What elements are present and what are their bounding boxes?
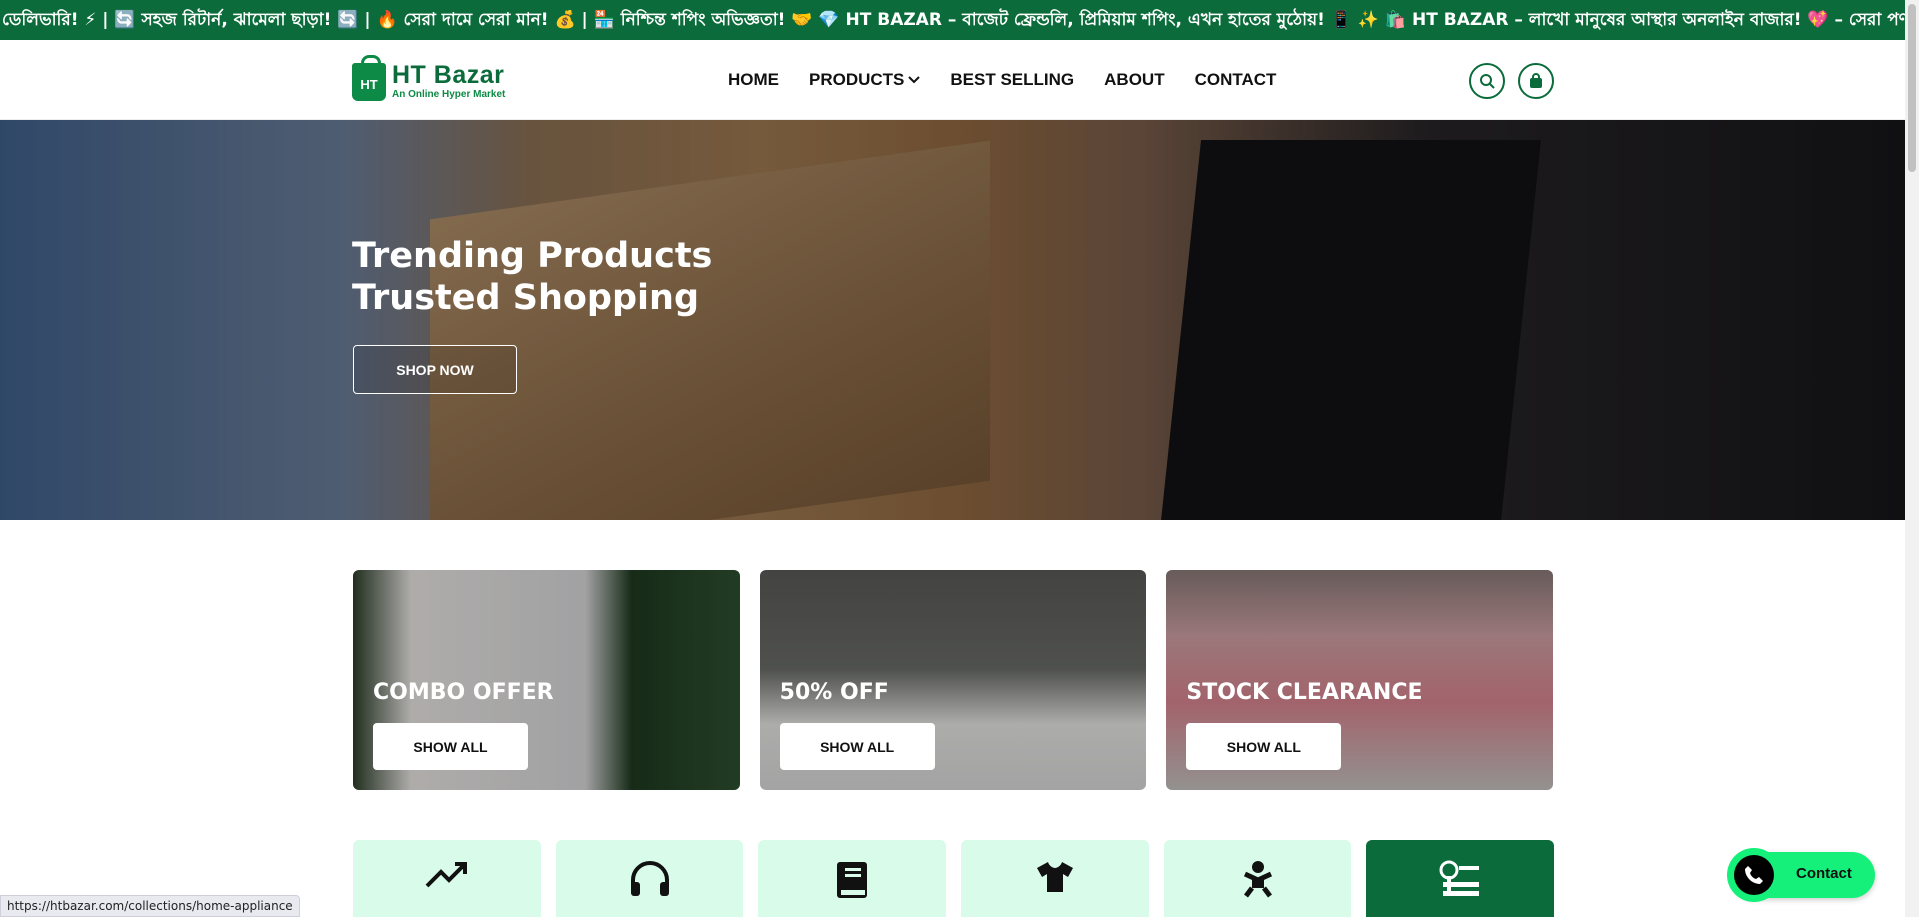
site-header: HT HT Bazar An Online Hyper Market HOME … xyxy=(0,40,1905,120)
ticker-text: ডেলিভারি! ⚡ | 🔄 সহজ রিটার্ন, ঝামেলা ছাড়… xyxy=(2,10,1905,30)
promo-card-discount[interactable]: 50% OFF SHOW ALL xyxy=(759,570,1147,790)
hero-line-1: Trending Products xyxy=(352,236,713,276)
baby-icon xyxy=(1243,861,1272,898)
contact-label: Contact xyxy=(1796,865,1852,882)
category-trending[interactable] xyxy=(353,840,541,917)
hero-overlay xyxy=(0,120,1905,520)
show-all-button[interactable]: SHOW ALL xyxy=(779,723,935,770)
nav-home[interactable]: HOME xyxy=(728,70,779,90)
promo-title: STOCK CLEARANCE xyxy=(1186,680,1423,705)
logo-brand: HT Bazar xyxy=(392,61,505,89)
promo-card-clearance[interactable]: STOCK CLEARANCE SHOW ALL xyxy=(1166,570,1554,790)
promo-title: COMBO OFFER xyxy=(373,680,554,705)
category-baby[interactable] xyxy=(1163,840,1352,917)
hero-line-2: Trusted Shopping xyxy=(352,278,699,318)
search-icon xyxy=(1480,74,1495,89)
promo-card-combo[interactable]: COMBO OFFER SHOW ALL xyxy=(353,570,740,790)
cart-button[interactable] xyxy=(1518,63,1554,99)
category-clothing[interactable] xyxy=(961,840,1149,917)
nav-best-selling[interactable]: BEST SELLING xyxy=(950,70,1074,90)
logo-tagline: An Online Hyper Market xyxy=(392,89,506,100)
category-books[interactable] xyxy=(758,840,947,917)
book-icon xyxy=(837,862,868,898)
chevron-down-icon xyxy=(908,73,921,87)
scrollbar-thumb[interactable] xyxy=(1908,4,1916,172)
promo-title: 50% OFF xyxy=(779,680,889,705)
phone-icon xyxy=(1734,855,1774,895)
tshirt-icon xyxy=(1036,862,1073,892)
category-strip xyxy=(353,840,1555,917)
nav-about[interactable]: ABOUT xyxy=(1104,70,1164,90)
category-audio[interactable] xyxy=(555,840,744,917)
status-bar-url: https://htbazar.com/collections/home-app… xyxy=(0,895,300,917)
hero-heading: Trending Products Trusted Shopping xyxy=(352,235,712,319)
contact-widget[interactable]: Contact xyxy=(1727,848,1875,902)
category-home-appliance[interactable] xyxy=(1366,840,1555,917)
show-all-button[interactable]: SHOW ALL xyxy=(373,723,528,770)
nav-products[interactable]: PRODUCTS xyxy=(809,70,921,90)
shop-now-button[interactable]: SHOP NOW xyxy=(353,345,517,394)
search-button[interactable] xyxy=(1469,63,1505,99)
home-appliance-icon xyxy=(1439,860,1480,896)
shopping-bag-icon xyxy=(1530,73,1542,88)
trending-up-icon xyxy=(425,862,467,888)
main-nav: HOME PRODUCTS BEST SELLING ABOUT CONTACT xyxy=(728,40,1306,120)
page-scrollbar[interactable] xyxy=(1905,0,1919,917)
hero-banner: Trending Products Trusted Shopping SHOP … xyxy=(0,120,1905,520)
logo[interactable]: HT HT Bazar An Online Hyper Market xyxy=(352,55,512,103)
nav-contact[interactable]: CONTACT xyxy=(1195,70,1277,90)
announcement-ticker: ডেলিভারি! ⚡ | 🔄 সহজ রিটার্ন, ঝামেলা ছাড়… xyxy=(0,0,1905,40)
promo-cards: COMBO OFFER SHOW ALL 50% OFF SHOW ALL ST… xyxy=(353,570,1554,790)
contact-circle xyxy=(1727,848,1781,902)
show-all-button[interactable]: SHOW ALL xyxy=(1186,723,1342,770)
headphones-icon xyxy=(630,861,669,896)
logo-bag-icon: HT xyxy=(352,55,386,101)
nav-products-label: PRODUCTS xyxy=(809,70,905,89)
